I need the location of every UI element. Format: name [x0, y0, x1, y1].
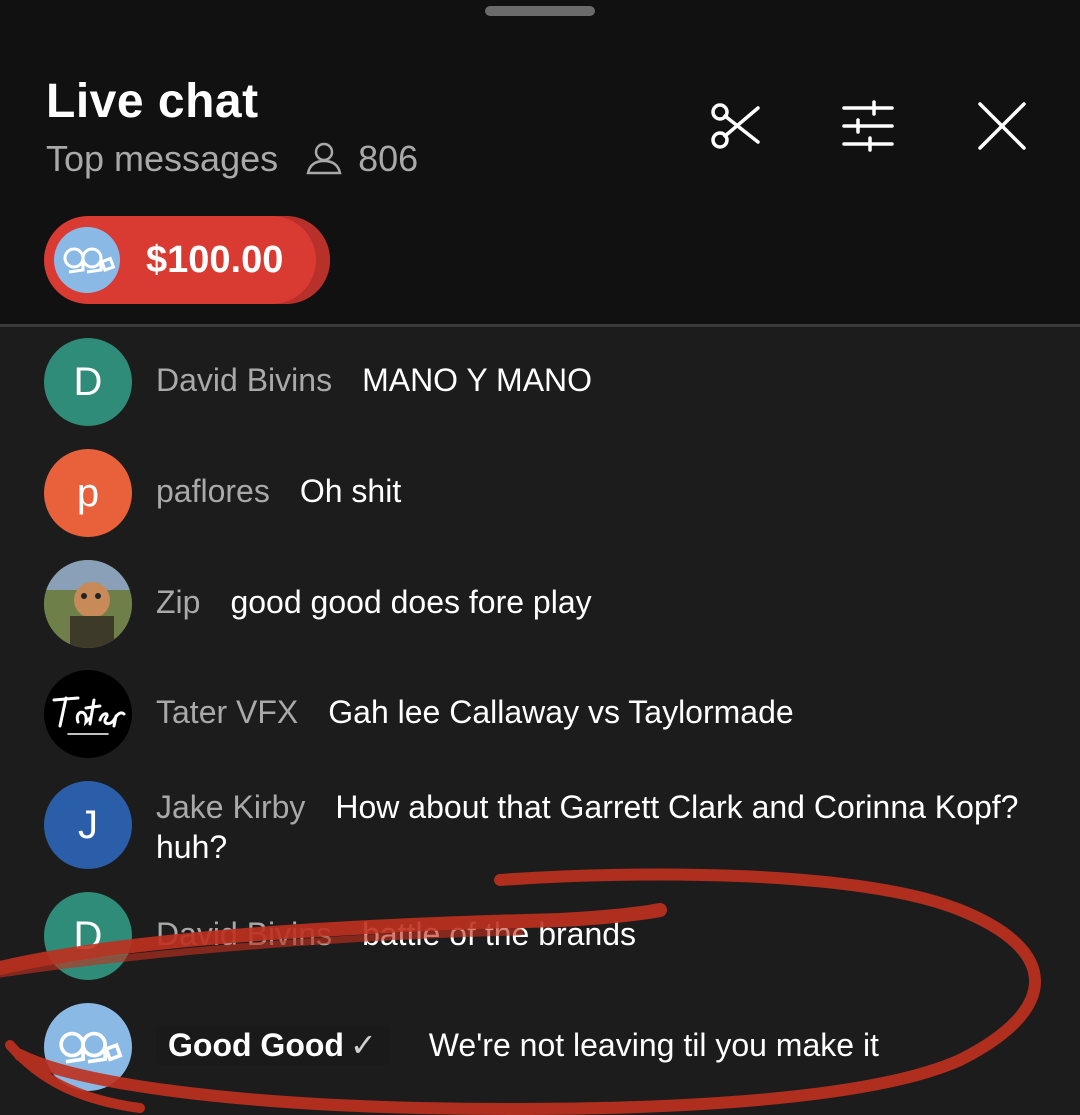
owner-author-badge[interactable]: Good Good ✓: [156, 1025, 389, 1065]
message-author[interactable]: Jake Kirby: [156, 789, 305, 825]
super-chat-ticker[interactable]: $100.00: [44, 216, 330, 304]
super-chat-amount: $100.00: [146, 238, 284, 281]
drag-handle[interactable]: [485, 6, 595, 16]
message-author[interactable]: David Bivins: [156, 362, 332, 398]
chat-header: Live chat Top messages 806 $100.00: [0, 0, 1080, 325]
message-text: Gah lee Callaway vs Taylormade: [328, 694, 794, 730]
good-good-logo-icon: [54, 227, 120, 293]
viewer-count: 806: [358, 138, 419, 179]
header-divider: [0, 324, 1080, 327]
red-marker-annotation: [0, 868, 1041, 1115]
person-icon: [304, 139, 344, 179]
message-text: battle of the brands: [362, 916, 637, 952]
avatar[interactable]: D: [44, 338, 132, 426]
message-author[interactable]: David Bivins: [156, 916, 332, 952]
avatar[interactable]: [44, 560, 132, 648]
chat-mode-selector[interactable]: Top messages 806: [46, 137, 418, 181]
message-author[interactable]: Tater VFX: [156, 694, 298, 730]
page-title: Live chat: [46, 75, 259, 128]
message-text: good good does fore play: [230, 584, 592, 620]
chat-mode-label: Top messages: [46, 138, 279, 179]
tater-logo-icon[interactable]: [44, 670, 132, 758]
message-text: MANO Y MANO: [362, 362, 593, 398]
good-good-logo-icon[interactable]: [44, 1003, 132, 1091]
message-author[interactable]: Zip: [156, 584, 200, 620]
message-text: We're not leaving til you make it: [428, 1027, 879, 1063]
scissors-icon[interactable]: [706, 96, 766, 156]
avatar[interactable]: J: [44, 781, 132, 869]
message-author[interactable]: paflores: [156, 473, 270, 509]
filter-sliders-icon[interactable]: [838, 96, 898, 156]
verified-check-icon: ✓: [349, 1027, 377, 1063]
close-icon[interactable]: [972, 96, 1032, 156]
avatar[interactable]: D: [44, 892, 132, 980]
message-text: Oh shit: [299, 473, 402, 509]
avatar[interactable]: p: [44, 449, 132, 537]
